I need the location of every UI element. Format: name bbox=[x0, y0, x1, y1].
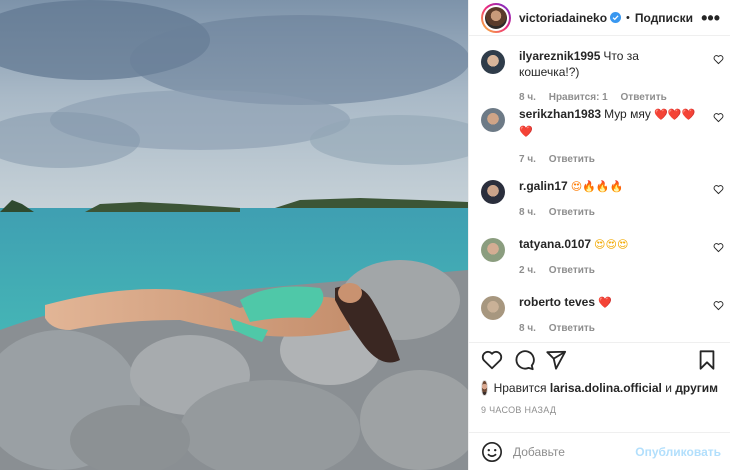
comment-body: tatyana.0107 😍😍😍 2 ч. Ответить bbox=[519, 236, 628, 294]
comment-icon[interactable] bbox=[513, 349, 535, 371]
comment-line: tatyana.0107 😍😍😍 bbox=[519, 236, 628, 253]
comment-emoji: 😍🔥🔥🔥 bbox=[570, 180, 624, 193]
avatar-image bbox=[485, 6, 507, 29]
post-photo[interactable] bbox=[0, 0, 468, 470]
comment-like-icon[interactable] bbox=[713, 54, 724, 65]
post-header: victoriadaineko • Подписки ••• bbox=[469, 0, 730, 36]
liker-username[interactable]: larisa.dolina.official bbox=[550, 381, 662, 395]
commenter-avatar[interactable] bbox=[481, 296, 505, 320]
verified-badge-icon bbox=[610, 12, 622, 23]
comment-emoji: 😍😍😍 bbox=[594, 238, 629, 251]
share-icon[interactable] bbox=[545, 349, 567, 371]
comment-emoji: ❤️ bbox=[598, 296, 612, 309]
bookmark-icon[interactable] bbox=[696, 349, 718, 371]
comments-list: ilyareznik1995 Что за кошечка!?) 8 ч. Нра… bbox=[469, 36, 730, 342]
comment-line: ilyareznik1995 Что за кошечка!?) bbox=[519, 48, 702, 80]
reply-button[interactable]: Ответить bbox=[549, 207, 595, 218]
comment-time[interactable]: 8 ч. bbox=[519, 92, 536, 103]
comment-item: serikzhan1983 Мур мяу ❤️❤️❤️❤️ 7 ч. Ответ… bbox=[469, 106, 730, 178]
post-timestamp[interactable]: 9 ЧАСОВ НАЗАД bbox=[469, 400, 730, 420]
separator-dot: • bbox=[626, 11, 630, 24]
comment-username[interactable]: roberto teves bbox=[519, 295, 595, 309]
likes-summary: Нравится larisa.dolina.official и другим bbox=[469, 376, 730, 400]
comment-username[interactable]: serikzhan1983 bbox=[519, 107, 601, 121]
comment-input[interactable]: Добавьте bbox=[513, 445, 635, 459]
beach-photo-image bbox=[0, 0, 468, 470]
comment-time[interactable]: 2 ч. bbox=[519, 265, 536, 276]
comment-meta: 8 ч. Нравится: 1 Ответить bbox=[519, 90, 702, 106]
likes-and: и bbox=[665, 381, 672, 395]
commenter-avatar[interactable] bbox=[481, 50, 505, 74]
comment-time[interactable]: 8 ч. bbox=[519, 207, 536, 218]
reply-button[interactable]: Ответить bbox=[621, 92, 667, 103]
reply-button[interactable]: Ответить bbox=[549, 323, 595, 334]
avatar-frame bbox=[483, 4, 509, 31]
comment-item: ilyareznik1995 Что за кошечка!?) 8 ч. Нра… bbox=[469, 48, 730, 106]
comment-line: r.galin17 😍🔥🔥🔥 bbox=[519, 178, 623, 195]
comment-body: roberto teves ❤️ 8 ч. Ответить bbox=[519, 294, 612, 342]
following-button[interactable]: Подписки bbox=[635, 11, 693, 25]
add-comment-bar: Добавьте Опубликовать bbox=[469, 432, 730, 470]
author-avatar[interactable] bbox=[481, 2, 511, 33]
comment-likes-count[interactable]: Нравится: 1 bbox=[549, 92, 608, 103]
comment-username[interactable]: r.galin17 bbox=[519, 179, 568, 193]
comment-item: tatyana.0107 😍😍😍 2 ч. Ответить bbox=[469, 236, 730, 294]
more-options-icon[interactable]: ••• bbox=[701, 9, 720, 27]
instagram-post: victoriadaineko • Подписки ••• ilyarezni… bbox=[0, 0, 730, 470]
comment-body: ilyareznik1995 Что за кошечка!?) 8 ч. Нра… bbox=[519, 48, 702, 106]
comment-meta: 7 ч. Ответить bbox=[519, 152, 702, 168]
comment-time[interactable]: 7 ч. bbox=[519, 154, 536, 165]
likes-prefix: Нравится bbox=[493, 381, 547, 395]
publish-button[interactable]: Опубликовать bbox=[635, 445, 721, 459]
comment-line: serikzhan1983 Мур мяу ❤️❤️❤️❤️ bbox=[519, 106, 702, 140]
post-actions-bar bbox=[469, 342, 730, 376]
comment-time[interactable]: 8 ч. bbox=[519, 323, 536, 334]
comment-item: r.galin17 😍🔥🔥🔥 8 ч. Ответить bbox=[469, 178, 730, 236]
commenter-avatar[interactable] bbox=[481, 108, 505, 132]
liker-avatar[interactable] bbox=[481, 380, 488, 396]
comment-line: roberto teves ❤️ bbox=[519, 294, 612, 311]
commenter-avatar[interactable] bbox=[481, 238, 505, 262]
comment-like-icon[interactable] bbox=[713, 184, 724, 195]
likes-others-link[interactable]: другим bbox=[675, 381, 718, 395]
comment-meta: 8 ч. Ответить bbox=[519, 321, 612, 337]
comment-username[interactable]: tatyana.0107 bbox=[519, 237, 591, 251]
comment-item: roberto teves ❤️ 8 ч. Ответить bbox=[469, 294, 730, 342]
post-sidebar: victoriadaineko • Подписки ••• ilyarezni… bbox=[468, 0, 730, 470]
comment-meta: 8 ч. Ответить bbox=[519, 205, 623, 221]
comment-username[interactable]: ilyareznik1995 bbox=[519, 49, 600, 63]
comment-like-icon[interactable] bbox=[713, 112, 724, 123]
heart-icon[interactable] bbox=[481, 349, 503, 371]
comment-body: serikzhan1983 Мур мяу ❤️❤️❤️❤️ 7 ч. Ответ… bbox=[519, 106, 702, 178]
comment-text: Мур мяу bbox=[604, 107, 651, 121]
comment-like-icon[interactable] bbox=[713, 300, 724, 311]
emoji-icon[interactable] bbox=[481, 441, 503, 463]
author-username[interactable]: victoriadaineko bbox=[519, 11, 607, 25]
reply-button[interactable]: Ответить bbox=[549, 265, 595, 276]
reply-button[interactable]: Ответить bbox=[549, 154, 595, 165]
commenter-avatar[interactable] bbox=[481, 180, 505, 204]
comment-body: r.galin17 😍🔥🔥🔥 8 ч. Ответить bbox=[519, 178, 623, 236]
comment-like-icon[interactable] bbox=[713, 242, 724, 253]
comment-meta: 2 ч. Ответить bbox=[519, 263, 628, 279]
